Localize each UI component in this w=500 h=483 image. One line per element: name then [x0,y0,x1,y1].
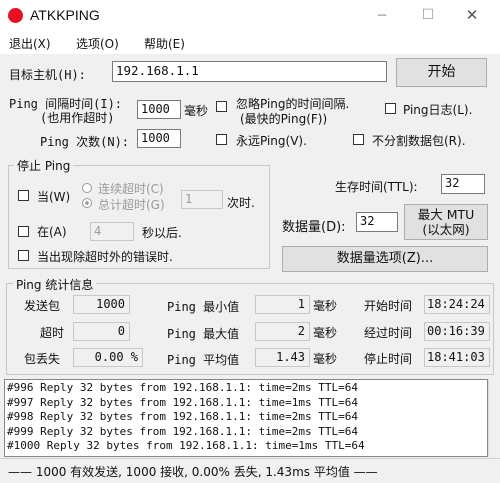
data-options-button[interactable]: 数据量选项(Z)... [282,246,488,272]
ignore-interval-checkbox[interactable] [216,101,227,112]
sent-label: 发送包 [24,299,61,313]
forever-label: 永远Ping(V). [236,134,307,148]
ping-log-output[interactable]: #996 Reply 32 bytes from 192.168.1.1: ti… [4,379,488,457]
stop-when-checkbox[interactable] [18,190,29,201]
title-bar[interactable]: ATKKPING ─ ☐ ✕ [0,0,500,32]
radio-consecutive-label: 连续超时(C) [98,182,164,196]
ping-min-unit: 毫秒 [313,299,338,313]
ignore-interval-sublabel: (最快的Ping(F)) [240,112,328,126]
ping-avg-unit: 毫秒 [313,352,338,366]
ping-log-checkbox[interactable] [385,103,396,114]
stop-on-error-label: 当出现除超时外的错误时. [37,250,173,264]
ping-min-label: Ping 最小值 [167,300,240,314]
stop-when-label: 当(W) [37,190,71,204]
ping-interval-input[interactable]: 1000 [137,100,181,119]
max-mtu-button[interactable]: 最大 MTU (以太网) [404,204,488,240]
menu-exit[interactable]: 退出(X) [9,35,51,52]
ttl-label: 生存时间(TTL): [335,180,418,194]
log-line: #996 Reply 32 bytes from 192.168.1.1: ti… [7,381,358,394]
ping-max-value: 2 [255,322,310,341]
log-line: #1000 Reply 32 bytes from 192.168.1.1: t… [7,439,365,453]
no-fragment-checkbox[interactable] [353,134,364,145]
log-line: #997 Reply 32 bytes from 192.168.1.1: ti… [7,395,358,409]
max-mtu-line1: 最大 MTU [417,207,475,222]
sent-value: 1000 [73,295,130,314]
ping-count-label: Ping 次数(N): [40,135,130,149]
timeout-label: 超时 [40,326,65,340]
radio-total-label: 总计超时(G) [98,198,165,212]
ping-interval-unit: 毫秒 [184,104,209,118]
ttl-input[interactable]: 32 [441,174,485,194]
elapsed-time-value: 00:16:39 [424,322,490,341]
log-scrollbar[interactable] [488,379,500,457]
target-host-label: 目标主机(H): [9,68,86,82]
ping-count-input[interactable]: 1000 [137,129,181,148]
status-text: —— 1000 有效发送, 1000 接收, 0.00% 丢失, 1.43ms … [8,465,378,479]
forever-checkbox[interactable] [216,134,227,145]
minimize-icon[interactable]: ─ [372,8,392,24]
start-time-label: 开始时间 [364,299,413,313]
target-host-input[interactable]: 192.168.1.1 [112,61,387,82]
ping-min-value: 1 [255,295,310,314]
loss-label: 包丢失 [24,352,61,366]
no-fragment-label: 不分割数据包(R). [372,134,466,148]
loss-value: 0.00 % [73,348,143,367]
app-icon [8,8,23,23]
radio-consecutive-timeout[interactable] [82,183,92,193]
stats-title: Ping 统计信息 [13,276,97,293]
menu-bar: 退出(X) 选项(O) 帮助(E) [0,32,500,54]
stop-ping-title: 停止 Ping [14,157,74,174]
seconds-after-label: 秒以后. [142,226,182,240]
start-time-value: 18:24:24 [424,295,490,314]
ping-max-unit: 毫秒 [313,326,338,340]
menu-help[interactable]: 帮助(E) [144,35,185,52]
maximize-icon[interactable]: ☐ [418,7,438,23]
menu-options[interactable]: 选项(O) [76,35,119,52]
log-line: #998 Reply 32 bytes from 192.168.1.1: ti… [7,410,358,424]
close-icon[interactable]: ✕ [462,6,482,24]
timeout-value: 0 [73,322,130,341]
status-bar: —— 1000 有效发送, 1000 接收, 0.00% 丢失, 1.43ms … [0,458,500,483]
data-size-label: 数据量(D): [282,220,346,235]
ping-avg-value: 1.43 [255,348,310,367]
ping-log-label: Ping日志(L). [403,103,473,117]
ping-interval-sublabel: (也用作超时) [40,111,115,125]
window-title: ATKKPING [30,7,100,23]
stop-at-checkbox[interactable] [18,226,29,237]
elapsed-time-label: 经过时间 [364,326,413,340]
radio-total-timeout[interactable] [82,198,92,208]
start-button[interactable]: 开始 [396,58,487,87]
max-mtu-line2: (以太网) [422,222,470,237]
stop-at-input[interactable]: 4 [90,222,134,241]
stop-time-label: 停止时间 [364,352,413,366]
ping-avg-label: Ping 平均值 [167,353,240,367]
times-label: 次时. [227,196,255,210]
stop-time-value: 18:41:03 [424,348,490,367]
log-line: #999 Reply 32 bytes from 192.168.1.1: ti… [7,424,358,438]
stop-on-error-checkbox[interactable] [18,250,29,261]
stop-at-label: 在(A) [37,225,67,239]
ping-max-label: Ping 最大值 [167,327,240,341]
timeout-count-input[interactable]: 1 [181,190,223,209]
data-size-input[interactable]: 32 [356,212,398,232]
